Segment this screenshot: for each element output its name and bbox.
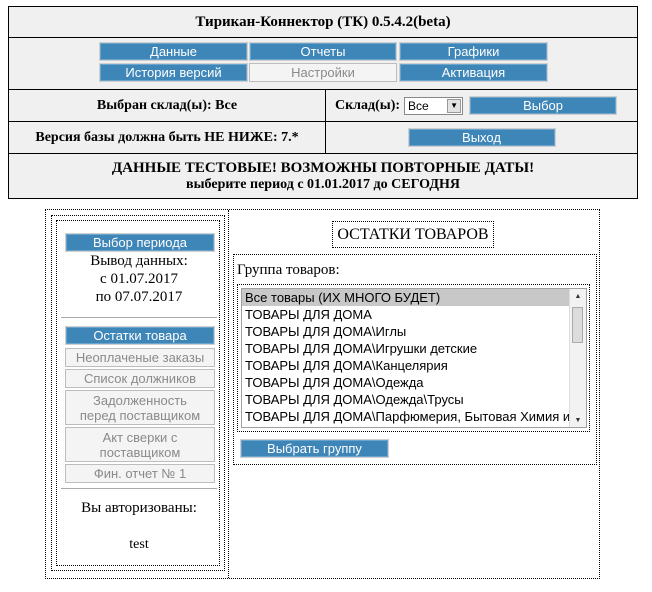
warehouse-select[interactable]: Все ▼ [404,96,464,115]
list-item[interactable]: ТОВАРЫ ДЛЯ ДОМА [242,306,571,323]
nav-history-button[interactable]: История версий [99,63,248,82]
sidebar-item-reconciliation[interactable]: Акт сверки с поставщиком [65,427,215,462]
listbox-scrollbar[interactable]: ▲ ▼ [569,289,586,427]
sidebar-item-unpaid-orders[interactable]: Неоплаченые заказы [65,348,215,367]
select-group-button[interactable]: Выбрать группу [240,439,389,458]
list-item[interactable]: ТОВАРЫ ДЛЯ ДОМА\Канцелярия [242,357,571,374]
list-item[interactable]: ТОВАРЫ ДЛЯ ДОМА\Одежда\Трусы [242,391,571,408]
group-listbox-frame: Все товары (ИХ МНОГО БУДЕТ) ТОВАРЫ ДЛЯ Д… [237,284,590,432]
group-panel: Группа товаров: Все товары (ИХ МНОГО БУД… [233,254,597,465]
warehouse-label: Склад(ы): [335,97,401,113]
sidebar-item-debtors[interactable]: Список должников [65,369,215,388]
sidebar-divider [61,488,217,489]
warning-line-2: выберите период с 01.01.2017 до СЕГОДНЯ [186,176,460,192]
group-listbox[interactable]: Все товары (ИХ МНОГО БУДЕТ) ТОВАРЫ ДЛЯ Д… [241,288,587,428]
sidebar-inner: Выбор периода Вывод данных: с 01.07.2017… [56,220,220,566]
warehouse-select-button[interactable]: Выбор [469,96,618,115]
list-item[interactable]: Все товары (ИХ МНОГО БУДЕТ) [242,289,571,306]
scroll-thumb[interactable] [572,307,583,343]
warehouse-controls: Склад(ы): Все ▼ Выбор [325,90,637,121]
version-requirement: Версия базы должна быть НЕ НИЖЕ: 7.* [35,129,299,145]
auth-user: test [129,537,149,552]
nav-activation-button[interactable]: Активация [399,63,548,82]
scroll-up-icon[interactable]: ▲ [570,289,586,303]
content-title: ОСТАТКИ ТОВАРОВ [332,221,494,248]
group-label: Группа товаров: [237,262,340,278]
selected-warehouse-text: Выбран склад(ы): Все [96,97,238,113]
period-select-button[interactable]: Выбор периода [65,233,215,252]
main-nav: Данные Отчеты Графики История версий Нас… [9,37,637,89]
sidebar-item-supplier-debt[interactable]: Задолженность перед поставщиком [65,390,215,425]
version-row: Версия базы должна быть НЕ НИЖЕ: 7.* Вых… [9,121,637,153]
list-item[interactable]: ТОВАРЫ ДЛЯ ДОМА\Игрушки детские [242,340,571,357]
sidebar-item-stock[interactable]: Остатки товара [65,326,215,345]
output-label: Вывод данных: [90,253,188,269]
exit-cell: Выход [325,122,637,153]
warning-banner: ДАННЫЕ ТЕСТОВЫЕ! ВОЗМОЖНЫ ПОВТОРНЫЕ ДАТЫ… [9,153,637,198]
auth-label: Вы авторизованы: [81,500,197,516]
period-to: по 07.07.2017 [95,289,183,305]
exit-button[interactable]: Выход [407,128,556,147]
list-item[interactable]: ТОВАРЫ ДЛЯ ДОМА\Одежда [242,374,571,391]
list-item[interactable]: ТОВАРЫ ДЛЯ ДОМА\Парфюмерия, Бытовая Хими… [242,408,571,425]
warehouse-row: Выбран склад(ы): Все Склад(ы): Все ▼ Выб… [9,89,637,121]
warehouse-select-value: Все [408,98,429,113]
main-panel: Выбор периода Вывод данных: с 01.07.2017… [45,209,600,579]
list-item[interactable]: ТОВАРЫ ДЛЯ ДОМА\Иглы [242,323,571,340]
sidebar-item-fin-report[interactable]: Фин. отчет № 1 [65,464,215,483]
sidebar-divider [61,317,217,318]
nav-reports-button[interactable]: Отчеты [249,42,397,61]
warning-line-1: ДАННЫЕ ТЕСТОВЫЕ! ВОЗМОЖНЫ ПОВТОРНЫЕ ДАТЫ… [111,159,535,176]
app-title: Тирикан-Коннектор (ТК) 0.5.4.2(beta) [195,13,451,30]
nav-data-button[interactable]: Данные [99,42,248,61]
sidebar: Выбор периода Вывод данных: с 01.07.2017… [51,215,225,571]
scroll-down-icon[interactable]: ▼ [570,413,586,427]
period-from: с 01.07.2017 [100,271,178,287]
nav-settings-button[interactable]: Настройки [249,63,397,82]
nav-charts-button[interactable]: Графики [399,42,548,61]
header-panel: Тирикан-Коннектор (ТК) 0.5.4.2(beta) Дан… [8,6,638,199]
chevron-down-icon[interactable]: ▼ [447,98,462,113]
column-divider [228,210,229,578]
